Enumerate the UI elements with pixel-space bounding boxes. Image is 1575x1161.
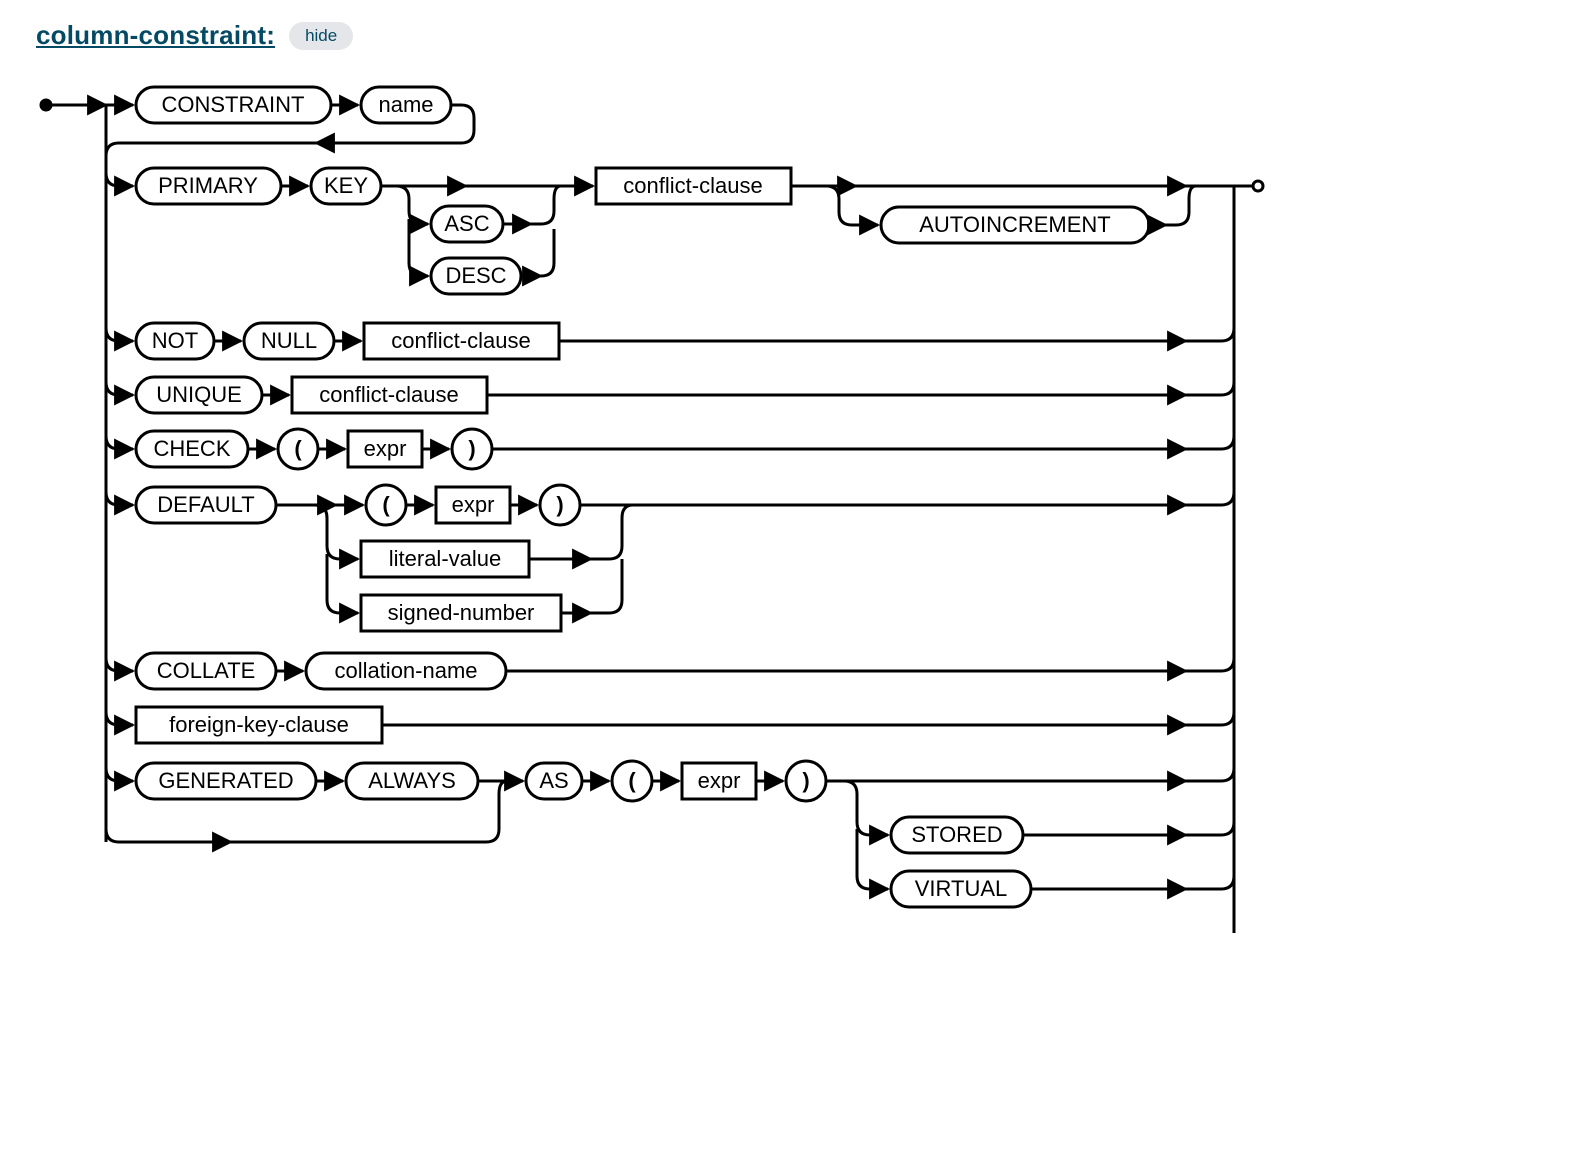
lparen-default: ( xyxy=(382,492,390,517)
nt-expr-default[interactable]: expr xyxy=(452,492,495,517)
rparen-check: ) xyxy=(468,436,475,461)
nt-collation-name: collation-name xyxy=(334,658,477,683)
kw-desc: DESC xyxy=(445,263,506,288)
nt-conflict-clause-nn[interactable]: conflict-clause xyxy=(391,328,530,353)
nt-foreign-key-clause[interactable]: foreign-key-clause xyxy=(169,712,349,737)
kw-key: KEY xyxy=(324,173,368,198)
nt-literal-value[interactable]: literal-value xyxy=(389,546,502,571)
nt-expr-gen[interactable]: expr xyxy=(698,768,741,793)
nt-conflict-clause-pk[interactable]: conflict-clause xyxy=(623,173,762,198)
kw-stored: STORED xyxy=(911,822,1002,847)
kw-null: NULL xyxy=(261,328,317,353)
diagram-header: column-constraint: hide xyxy=(36,20,1555,51)
hide-button[interactable]: hide xyxy=(289,22,353,50)
kw-not: NOT xyxy=(152,328,198,353)
diagram-title-link[interactable]: column-constraint: xyxy=(36,20,275,51)
nt-signed-number[interactable]: signed-number xyxy=(388,600,535,625)
kw-asc: ASC xyxy=(444,211,489,236)
nt-expr-check[interactable]: expr xyxy=(364,436,407,461)
kw-constraint: CONSTRAINT xyxy=(162,92,305,117)
kw-virtual: VIRTUAL xyxy=(915,876,1008,901)
kw-as: AS xyxy=(539,768,568,793)
lparen-check: ( xyxy=(294,436,302,461)
kw-collate: COLLATE xyxy=(157,658,256,683)
kw-always: ALWAYS xyxy=(368,768,456,793)
kw-generated: GENERATED xyxy=(158,768,293,793)
nt-conflict-clause-uq[interactable]: conflict-clause xyxy=(319,382,458,407)
kw-default: DEFAULT xyxy=(157,492,254,517)
nt-name: name xyxy=(378,92,433,117)
rparen-default: ) xyxy=(556,492,563,517)
syntax-diagram: CONSTRAINT name PRIMARY KEY conflict-cla… xyxy=(36,69,1266,939)
lparen-gen: ( xyxy=(628,768,636,793)
kw-primary: PRIMARY xyxy=(158,173,258,198)
kw-autoincrement: AUTOINCREMENT xyxy=(919,212,1111,237)
rparen-gen: ) xyxy=(802,768,809,793)
kw-unique: UNIQUE xyxy=(156,382,242,407)
kw-check: CHECK xyxy=(153,436,230,461)
